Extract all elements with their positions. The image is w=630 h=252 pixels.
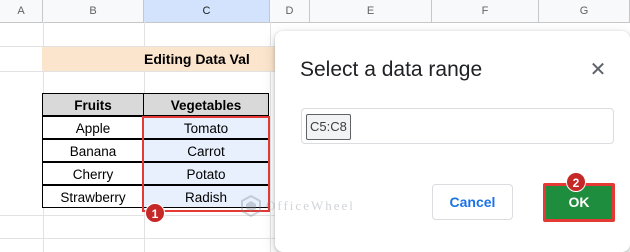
table-cell-fruit[interactable]: Banana [42,139,144,162]
table-cell-fruit[interactable]: Strawberry [42,185,144,208]
column-header-c[interactable]: C [144,0,270,22]
column-header-d[interactable]: D [270,0,310,22]
range-input[interactable]: C5:C8 [301,108,614,144]
table-cell-vegetable[interactable]: Carrot [143,139,269,162]
column-header-e[interactable]: E [310,0,432,22]
table-header-fruits[interactable]: Fruits [42,93,144,116]
dialog-title: Select a data range [300,58,483,81]
watermark: OfficeWheel [240,193,390,221]
table-cell-fruit[interactable]: Apple [42,116,144,139]
table-header-vegetables[interactable]: Vegetables [143,93,269,116]
sheet-title: Editing Data Val [42,47,287,71]
step-badge-1: 1 [145,203,165,223]
column-header-b[interactable]: B [43,0,144,22]
table-cell-fruit[interactable]: Cherry [42,162,144,185]
close-icon[interactable]: ✕ [587,59,609,81]
table-cell-vegetable[interactable]: Tomato [143,116,269,139]
column-header-a[interactable]: A [0,0,43,22]
column-header-f[interactable]: F [432,0,539,22]
cancel-button[interactable]: Cancel [432,184,513,220]
officewheel-logo-icon [241,195,261,217]
step-badge-2: 2 [566,172,586,192]
range-value[interactable]: C5:C8 [306,114,351,140]
table-cell-vegetable[interactable]: Potato [143,162,269,185]
column-header-bar: A B C D E F G [0,0,630,23]
column-header-g[interactable]: G [539,0,630,22]
watermark-text: OfficeWheel [266,198,355,213]
